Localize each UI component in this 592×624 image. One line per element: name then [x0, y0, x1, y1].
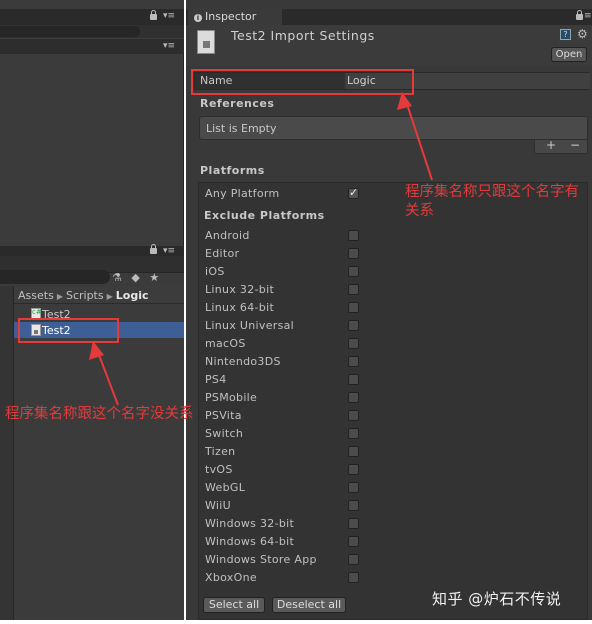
- arrow-head-icon: [89, 341, 104, 360]
- annotation-arrow-top: [404, 97, 433, 181]
- annotation-text-top: 程序集名称只跟这个名字有关系: [405, 184, 579, 219]
- annotation-arrows: [89, 92, 433, 406]
- arrow-head-icon: [397, 92, 412, 110]
- watermark: 知乎 @炉石不传说: [432, 590, 562, 608]
- annotation-text-bottom: 程序集名称跟这个名字没关系: [5, 406, 194, 422]
